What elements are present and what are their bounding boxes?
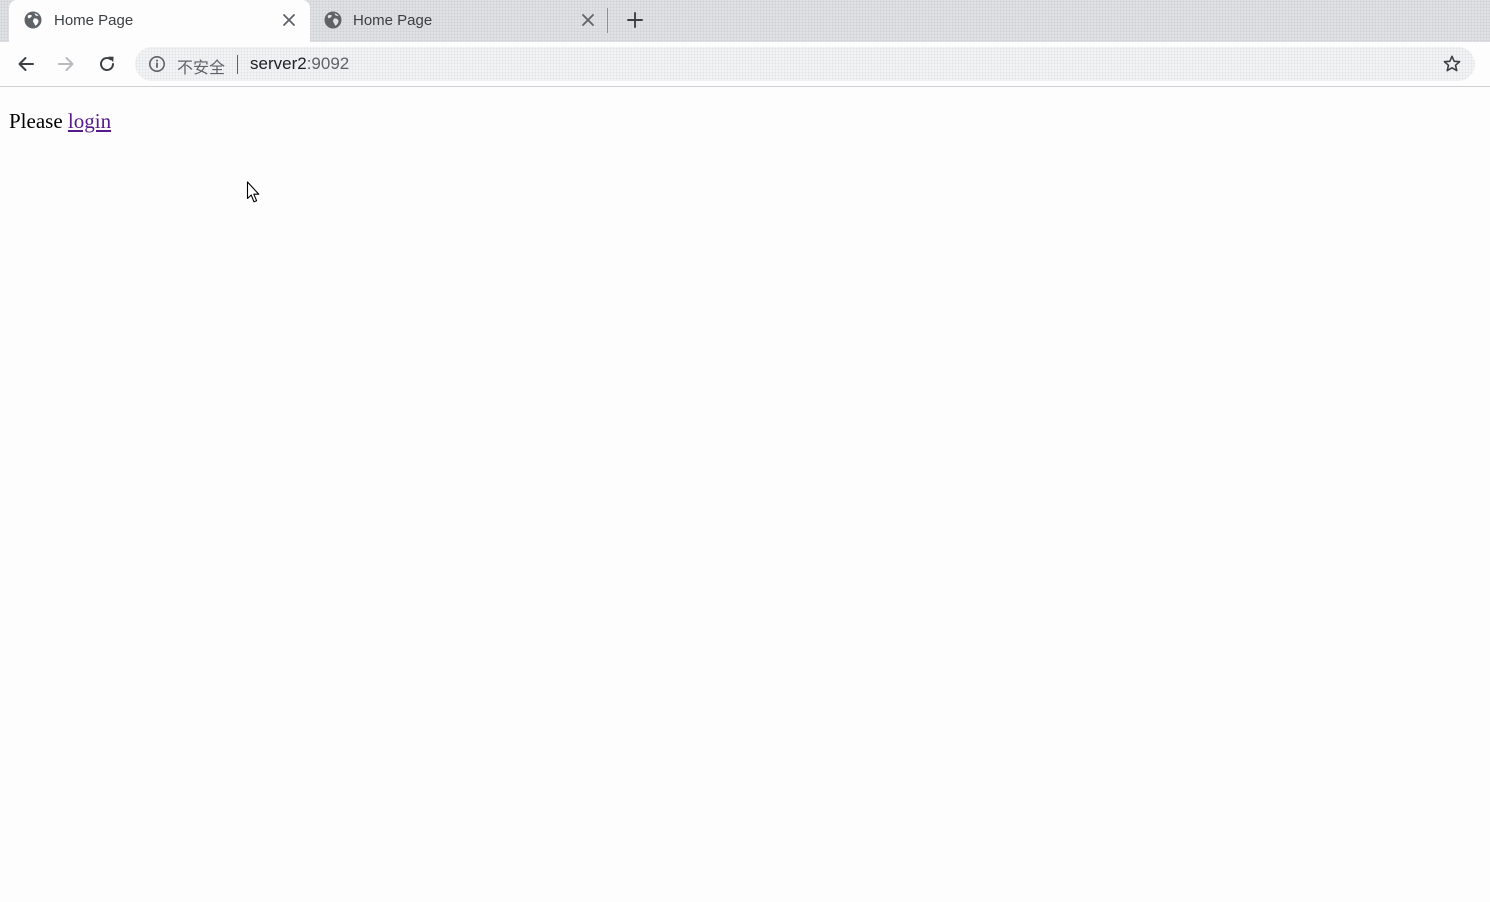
bookmark-star-icon[interactable] [1442,54,1462,74]
login-link[interactable]: login [68,109,111,133]
url-text[interactable]: server2:9092 [250,54,349,74]
close-tab-icon[interactable] [280,11,298,29]
url-port: :9092 [306,54,350,73]
tab-strip: Home Page Home Page [0,0,1490,42]
globe-icon [324,11,342,29]
address-bar-separator [237,55,238,74]
globe-icon [24,11,42,29]
url-host: server2 [250,54,307,73]
mouse-cursor-icon [246,181,260,203]
browser-toolbar: 不安全 server2:9092 [0,42,1490,87]
tab-title: Home Page [353,12,433,29]
tab-home-page[interactable]: Home Page [310,0,608,42]
new-tab-plus-icon[interactable] [624,9,646,31]
prompt-text: Please [9,109,63,133]
security-status-label[interactable]: 不安全 [177,54,225,78]
forward-arrow-icon[interactable] [55,53,77,75]
address-bar[interactable]: 不安全 server2:9092 [135,47,1475,81]
close-tab-icon[interactable] [579,11,597,29]
tab-title: Home Page [54,12,134,29]
reload-icon[interactable] [96,53,118,75]
login-prompt: Please login [9,109,111,134]
back-arrow-icon[interactable] [15,53,37,75]
tab-separator [607,8,608,33]
info-icon[interactable] [148,55,166,73]
browser-window: Home Page Home Page 不安全 server2:9092 Ple… [0,0,1490,902]
page-content: Please login [0,87,1490,902]
tab-home-page-active[interactable]: Home Page [9,0,310,42]
